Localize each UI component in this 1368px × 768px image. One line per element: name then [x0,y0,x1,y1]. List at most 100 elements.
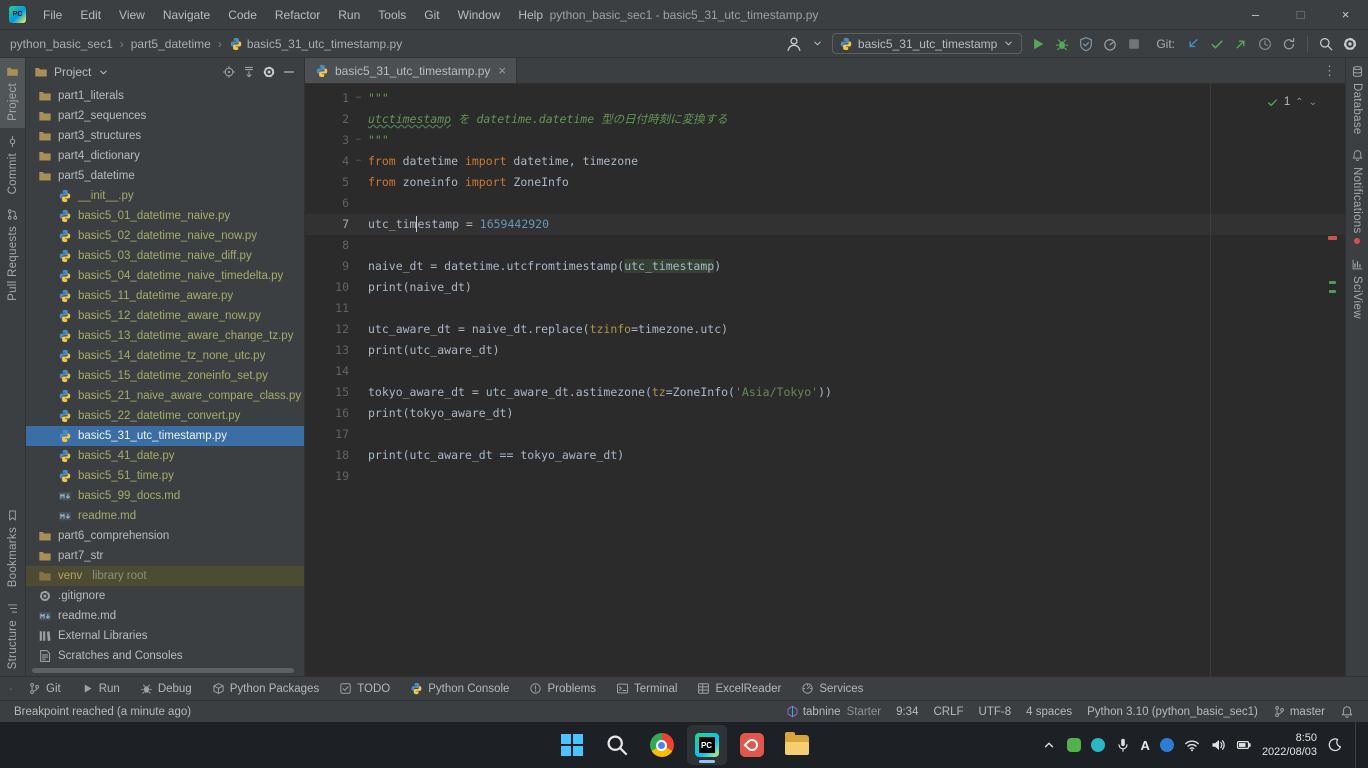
menu-edit[interactable]: Edit [71,0,110,30]
tree-item-part2-sequences[interactable]: part2_sequences [26,106,304,126]
project-view-label[interactable]: Project [54,65,91,79]
tree-item-basic5-14-datetime-tz-none-utc-py[interactable]: basic5_14_datetime_tz_none_utc.py [26,346,304,366]
tree-item-readme-md[interactable]: readme.md [26,606,304,626]
menu-tools[interactable]: Tools [369,0,415,30]
tree-item-part1-literals[interactable]: part1_literals [26,86,304,106]
indent-style[interactable]: 4 spaces [1026,706,1072,718]
tree-item-part5-datetime[interactable]: part5_datetime [26,166,304,186]
code-line-9[interactable]: 9naive_dt = datetime.utcfromtimestamp(ut… [305,256,1345,277]
tree-item-basic5-04-datetime-naive-timedelta-py[interactable]: basic5_04_datetime_naive_timedelta.py [26,266,304,286]
code-line-15[interactable]: 15tokyo_aware_dt = utc_aware_dt.astimezo… [305,382,1345,403]
tree-item-part7-str[interactable]: part7_str [26,546,304,566]
toolwindow-button-python-console[interactable]: Python Console [400,677,519,701]
tree-item-part4-dictionary[interactable]: part4_dictionary [26,146,304,166]
tree-item-external-libraries[interactable]: External Libraries [26,626,304,646]
taskbar-pycharm-button[interactable]: PC [687,725,727,765]
code-line-4[interactable]: 4−from datetime import datetime, timezon… [305,151,1345,172]
sidebar-item-project[interactable]: Project [0,58,25,128]
chevron-down-icon[interactable] [97,66,110,79]
tree-item-basic5-01-datetime-naive-py[interactable]: basic5_01_datetime_naive.py [26,206,304,226]
taskbar-chrome-button[interactable] [642,725,682,765]
sidebar-item-commit[interactable]: Commit [0,128,25,201]
tree-item-basic5-21-naive-aware-compare-class-py[interactable]: basic5_21_naive_aware_compare_class.py [26,386,304,406]
stop-button[interactable] [1126,36,1142,52]
code-line-17[interactable]: 17 [305,424,1345,445]
code-line-2[interactable]: 2utctimestamp を datetime.datetime 型の日付時刻… [305,109,1345,130]
code-line-12[interactable]: 12utc_aware_dt = naive_dt.replace(tzinfo… [305,319,1345,340]
tree-item-basic5-99-docs-md[interactable]: basic5_99_docs.md [26,486,304,506]
profiler-button[interactable] [1102,36,1118,52]
search-everywhere-icon[interactable] [1318,36,1334,52]
next-problem-icon[interactable]: ⌄ [1309,92,1317,113]
code-line-14[interactable]: 14 [305,361,1345,382]
sidebar-item-pull-requests[interactable]: Pull Requests [0,201,25,308]
code-line-16[interactable]: 16print(tokyo_aware_dt) [305,403,1345,424]
run-button[interactable] [1030,36,1046,52]
error-stripe-mark[interactable] [1328,236,1337,240]
breadcrumb-item-part5-datetime[interactable]: part5_datetime [127,35,215,53]
tree-item-basic5-12-datetime-aware-now-py[interactable]: basic5_12_datetime_aware_now.py [26,306,304,326]
fold-marker[interactable]: − [349,88,368,109]
code-line-6[interactable]: 6 [305,193,1345,214]
python-interpreter[interactable]: Python 3.10 (python_basic_sec1) [1087,706,1258,718]
menu-run[interactable]: Run [329,0,369,30]
tree-item-part6-comprehension[interactable]: part6_comprehension [26,526,304,546]
code-line-18[interactable]: 18print(utc_aware_dt == tokyo_aware_dt) [305,445,1345,466]
tree-item-basic5-02-datetime-naive-now-py[interactable]: basic5_02_datetime_naive_now.py [26,226,304,246]
sidebar-item-notifications[interactable]: Notifications [1346,142,1368,252]
git-history-icon[interactable] [1257,36,1273,52]
tool-window-switcher-icon[interactable] [4,682,18,696]
caret-position[interactable]: 9:34 [896,706,918,718]
tree-item-basic5-13-datetime-aware-change-tz-py[interactable]: basic5_13_datetime_aware_change_tz.py [26,326,304,346]
toolwindow-button-terminal[interactable]: Terminal [606,677,687,701]
tree-item-part3-structures[interactable]: part3_structures [26,126,304,146]
toolwindow-button-debug[interactable]: Debug [130,677,202,701]
tree-item-gitignore[interactable]: .gitignore [26,586,304,606]
tab-options-icon[interactable]: ⋮ [1323,58,1337,84]
run-configuration-select[interactable]: basic5_31_utc_timestamp [832,33,1022,54]
breadcrumb-item-basic5-31-utc-timestamp-py[interactable]: basic5_31_utc_timestamp.py [225,35,406,53]
code-line-7[interactable]: 7utc_timestamp = 1659442920 [305,214,1345,235]
tree-item-readme-md[interactable]: readme.md [26,506,304,526]
menu-window[interactable]: Window [449,0,510,30]
menu-view[interactable]: View [110,0,154,30]
menu-navigate[interactable]: Navigate [154,0,219,30]
vcs-stripe-mark[interactable] [1329,281,1336,284]
tree-item-basic5-51-time-py[interactable]: basic5_51_time.py [26,466,304,486]
breadcrumb-item-python-basic-sec1[interactable]: python_basic_sec1 [6,35,117,53]
tabnine-widget[interactable]: tabnine Starter [786,705,881,718]
menu-code[interactable]: Code [219,0,266,30]
taskbar-app-red-button[interactable] [732,725,772,765]
taskbar-explorer-button[interactable] [777,725,817,765]
tree-item-basic5-15-datetime-zoneinfo-set-py[interactable]: basic5_15_datetime_zoneinfo_set.py [26,366,304,386]
vcs-stripe-mark[interactable] [1329,290,1336,293]
coverage-button[interactable] [1078,36,1094,52]
sidebar-item-database[interactable]: Database [1346,58,1368,142]
taskbar-search-button[interactable] [597,725,637,765]
toolwindow-button-run[interactable]: Run [71,677,130,701]
toolwindow-button-excelreader[interactable]: ExcelReader [687,677,791,701]
code-line-3[interactable]: 3−""" [305,130,1345,151]
sidebar-item-bookmarks[interactable]: Bookmarks [0,502,25,594]
tree-item-basic5-31-utc-timestamp-py[interactable]: basic5_31_utc_timestamp.py [26,426,304,446]
code-line-13[interactable]: 13print(utc_aware_dt) [305,340,1345,361]
editor[interactable]: 1−"""2utctimestamp を datetime.datetime 型… [305,84,1345,676]
code-line-10[interactable]: 10print(naive_dt) [305,277,1345,298]
tab-close-icon[interactable]: × [498,63,506,78]
inspection-widget[interactable]: 1 ⌃ ⌄ [1266,92,1317,113]
tree-item-basic5-03-datetime-naive-diff-py[interactable]: basic5_03_datetime_naive_diff.py [26,246,304,266]
menu-help[interactable]: Help [509,0,552,30]
sidebar-item-sciview[interactable]: SciView [1346,251,1368,326]
code-line-1[interactable]: 1−""" [305,88,1345,109]
horizontal-scrollbar[interactable] [32,668,294,673]
toolwindow-button-todo[interactable]: TODO [329,677,400,701]
git-branch-widget[interactable]: master [1273,705,1325,718]
tree-item-basic5-22-datetime-convert-py[interactable]: basic5_22_datetime_convert.py [26,406,304,426]
minimize-button[interactable]: – [1233,0,1278,30]
menu-file[interactable]: File [34,0,71,30]
git-push-icon[interactable] [1233,36,1249,52]
notifications-bell-icon[interactable] [1340,705,1354,719]
toolwindow-button-problems[interactable]: Problems [519,677,606,701]
user-icon[interactable] [785,35,803,53]
taskbar-start-button[interactable] [552,725,592,765]
